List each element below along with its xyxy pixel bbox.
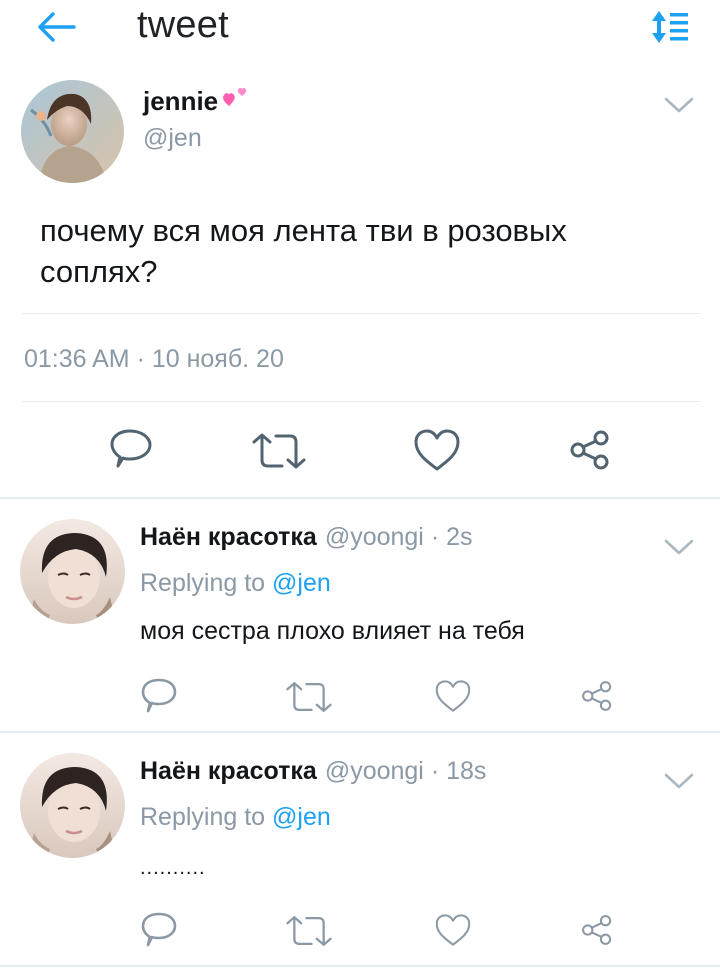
reply-icon[interactable] (108, 428, 154, 472)
tweet-time: · 18s (423, 757, 487, 785)
main-tweet: jennie @jen почему вся моя лента тви в р… (0, 62, 720, 498)
replying-to-label: Replying to (140, 569, 273, 597)
reply-tweet[interactable]: Наён красотка @yoongi · 2s Replying to @j… (0, 499, 720, 731)
retweet-icon[interactable] (284, 914, 334, 948)
chevron-down-icon[interactable] (662, 95, 696, 115)
tweet-text: моя сестра плохо влияет на тебя (140, 617, 525, 645)
avatar[interactable] (20, 753, 125, 858)
chevron-down-icon[interactable] (662, 537, 696, 557)
mention-link[interactable]: @jen (272, 569, 331, 597)
avatar[interactable] (20, 519, 125, 624)
like-icon[interactable] (434, 913, 472, 947)
share-icon[interactable] (568, 429, 612, 471)
reply-icon[interactable] (139, 677, 179, 715)
tweet-time: · 2s (423, 523, 473, 551)
section-divider (0, 965, 720, 967)
author-name[interactable]: jennie (143, 86, 218, 117)
reply-header: Наён красотка @yoongi · 18s (140, 757, 486, 786)
retweet-icon[interactable] (250, 432, 308, 470)
like-icon[interactable] (434, 679, 472, 713)
tweet-text: .......... (140, 857, 206, 879)
page-title: tweet (137, 4, 229, 46)
reply-icon[interactable] (139, 911, 179, 949)
share-icon[interactable] (580, 679, 614, 713)
tweet-text: почему вся моя лента тви в розовых сопля… (40, 213, 567, 289)
avatar-photo (21, 80, 124, 183)
author-handle[interactable]: @jen (143, 124, 202, 153)
replying-to: Replying to @jen (140, 569, 331, 598)
avatar-photo (20, 519, 125, 624)
author-name[interactable]: Наён красотка (140, 757, 317, 785)
divider (21, 313, 700, 314)
share-icon[interactable] (580, 913, 614, 947)
divider (21, 401, 700, 402)
author-handle[interactable]: @yoongi (325, 523, 424, 551)
retweet-icon[interactable] (284, 680, 334, 714)
sort-icon[interactable] (650, 9, 690, 45)
replying-to-label: Replying to (140, 803, 273, 831)
like-icon[interactable] (413, 428, 461, 472)
reply-tweet[interactable]: Наён красотка @yoongi · 18s Replying to @… (0, 733, 720, 965)
mention-link[interactable]: @jen (272, 803, 331, 831)
arrow-left-icon[interactable] (36, 10, 76, 44)
author-name[interactable]: Наён красотка (140, 523, 317, 551)
reply-header: Наён красотка @yoongi · 2s (140, 523, 473, 552)
replying-to: Replying to @jen (140, 803, 331, 832)
avatar[interactable] (21, 80, 124, 183)
app-header: tweet (0, 0, 720, 56)
chevron-down-icon[interactable] (662, 771, 696, 791)
tweet-timestamp: 01:36 AM · 10 нояб. 20 (24, 345, 284, 373)
two-hearts-icon (223, 87, 247, 106)
author-handle[interactable]: @yoongi (325, 757, 424, 785)
avatar-photo (20, 753, 125, 858)
